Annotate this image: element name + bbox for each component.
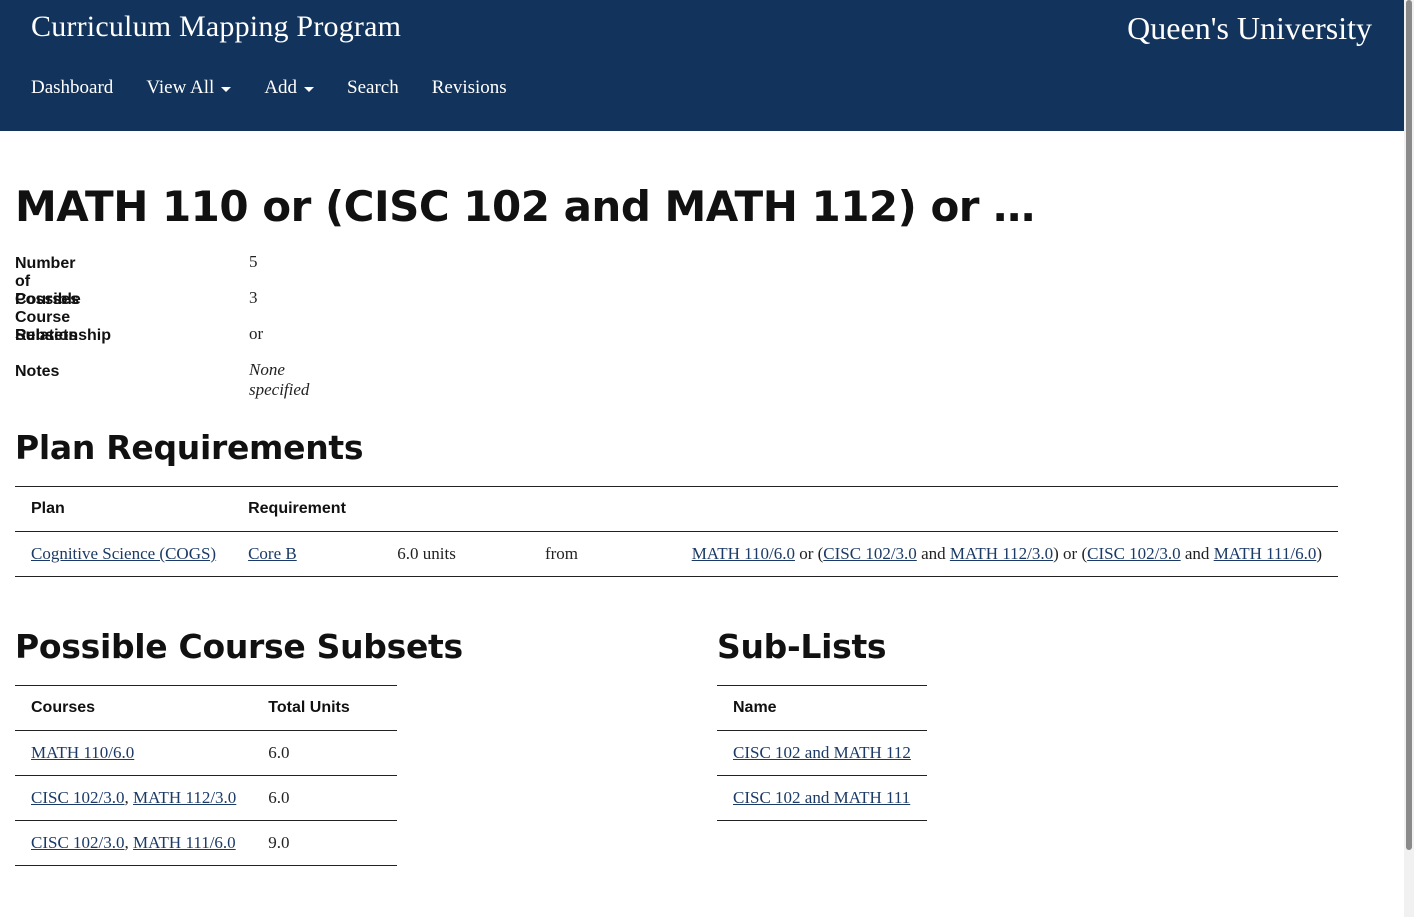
- course-link[interactable]: MATH 112/3.0: [950, 544, 1053, 563]
- possible-subsets-value: 3: [249, 288, 258, 307]
- table-row: CISC 102/3.0, MATH 112/3.0 6.0: [15, 776, 397, 821]
- sub-lists-table: Name CISC 102 and MATH 112 CISC 102 and …: [717, 685, 927, 821]
- relationship-value: or: [249, 324, 264, 343]
- total-units-cell: 9.0: [268, 833, 290, 852]
- course-link[interactable]: MATH 110/6.0: [692, 544, 795, 563]
- course-link[interactable]: MATH 111/6.0: [133, 833, 236, 852]
- total-units-cell: 6.0: [268, 743, 290, 762]
- from-cell: from: [544, 544, 579, 563]
- course-link[interactable]: CISC 102/3.0: [31, 788, 125, 807]
- plan-link[interactable]: Cognitive Science (COGS): [31, 544, 216, 563]
- expr-text: ) or (: [1053, 544, 1088, 563]
- number-of-courses-value: 5: [249, 252, 258, 271]
- table-row: CISC 102 and MATH 111: [717, 776, 927, 821]
- course-link[interactable]: CISC 102/3.0: [1087, 544, 1181, 563]
- university-logo-text[interactable]: Queen's University: [1127, 10, 1372, 47]
- course-link[interactable]: MATH 111/6.0: [1214, 544, 1317, 563]
- subsets-table: Courses Total Units MATH 110/6.0 6.0 CIS…: [15, 685, 397, 866]
- course-link[interactable]: MATH 112/3.0: [133, 788, 236, 807]
- table-header-row: Courses Total Units: [15, 685, 397, 731]
- column-header-courses: Courses: [31, 699, 96, 716]
- page-title: MATH 110 or (CISC 102 and MATH 112) or …: [15, 182, 1035, 231]
- table-row: Cognitive Science (COGS) Core B 6.0 unit…: [15, 532, 1338, 577]
- nav-revisions-label: Revisions: [431, 77, 507, 98]
- caret-down-icon: [221, 86, 232, 92]
- course-link[interactable]: CISC 102/3.0: [31, 833, 125, 852]
- column-header-requirement: Requirement: [248, 500, 346, 517]
- course-link[interactable]: CISC 102/3.0: [823, 544, 917, 563]
- sub-list-link[interactable]: CISC 102 and MATH 112: [733, 743, 911, 762]
- course-link[interactable]: MATH 110/6.0: [31, 743, 134, 762]
- table-row: CISC 102 and MATH 112: [717, 731, 927, 776]
- main-nav: Dashboard View All Add Search Revisions: [31, 77, 540, 99]
- nav-add-label: Add: [264, 77, 298, 98]
- possible-course-subsets-heading: Possible Course Subsets: [15, 627, 463, 666]
- units-cell: 6.0 units: [397, 544, 456, 563]
- plan-requirements-table: Plan Requirement Cognitive Science (COGS…: [15, 486, 1338, 577]
- expr-text: and: [1180, 544, 1214, 563]
- scrollbar-thumb[interactable]: [1406, 0, 1412, 850]
- table-header-row: Plan Requirement: [15, 486, 1338, 532]
- column-header-name: Name: [733, 699, 777, 716]
- notes-label: Notes: [15, 363, 60, 380]
- table-row: CISC 102/3.0, MATH 111/6.0 9.0: [15, 821, 397, 866]
- caret-down-icon: [304, 86, 315, 92]
- plan-requirements-heading: Plan Requirements: [15, 428, 364, 467]
- requirement-link[interactable]: Core B: [248, 544, 297, 563]
- expr-text: or (: [794, 544, 824, 563]
- nav-view-all-label: View All: [146, 77, 215, 98]
- sub-list-link[interactable]: CISC 102 and MATH 111: [733, 788, 910, 807]
- nav-revisions[interactable]: Revisions: [432, 77, 507, 99]
- table-header-row: Name: [717, 685, 927, 731]
- nav-search[interactable]: Search: [347, 77, 399, 99]
- course-expression-cell: MATH 110/6.0 or (CISC 102/3.0 and MATH 1…: [676, 532, 1338, 577]
- column-header-empty: [529, 487, 676, 532]
- column-header-empty: [381, 487, 529, 532]
- nav-add-dropdown[interactable]: Add: [264, 77, 315, 99]
- nav-dashboard-label: Dashboard: [31, 77, 114, 98]
- column-header-plan: Plan: [31, 500, 65, 517]
- vertical-scrollbar[interactable]: [1404, 0, 1414, 917]
- notes-value: None specified: [249, 360, 310, 399]
- nav-search-label: Search: [347, 77, 399, 98]
- total-units-cell: 6.0: [268, 788, 290, 807]
- app-title[interactable]: Curriculum Mapping Program: [31, 10, 401, 44]
- nav-dashboard[interactable]: Dashboard: [31, 77, 113, 99]
- expr-text: ): [1316, 544, 1322, 563]
- separator: ,: [124, 788, 134, 807]
- column-header-total-units: Total Units: [268, 699, 350, 716]
- nav-view-all-dropdown[interactable]: View All: [146, 77, 232, 99]
- column-header-empty: [676, 487, 1338, 532]
- separator: ,: [124, 833, 134, 852]
- relationship-label: Relationship: [15, 327, 112, 344]
- table-row: MATH 110/6.0 6.0: [15, 731, 397, 776]
- top-navbar: Curriculum Mapping Program Queen's Unive…: [0, 0, 1404, 131]
- expr-text: and: [916, 544, 950, 563]
- sub-lists-heading: Sub-Lists: [717, 627, 887, 666]
